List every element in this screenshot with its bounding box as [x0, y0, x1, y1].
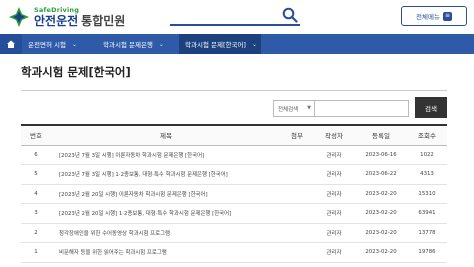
row-date: 2023-02-20: [355, 242, 407, 263]
site-logo[interactable]: SafeDriving 안전운전 통합민원: [8, 6, 125, 28]
row-author: 관리자: [313, 145, 355, 165]
nav-item-question-bank[interactable]: 학과시험 문제은행 ⌄: [97, 34, 179, 54]
search-button[interactable]: 검색: [415, 97, 447, 118]
keyword-input[interactable]: [315, 100, 409, 117]
row-date: 2023-02-20: [355, 203, 407, 224]
chevron-down-icon: ⌄: [71, 40, 77, 48]
logo-name: 안전운전: [34, 13, 79, 28]
table-row[interactable]: 6 [2023년 7월 3일 시행] 이륜자동차 학과시험 문제은행 [한국어]…: [21, 145, 447, 165]
table-row[interactable]: 3 [2023년 2월 20일 시행] 1·2종보통, 대형·특수 학과시험 문…: [21, 203, 447, 224]
row-title-link[interactable]: 청각장애인을 위한 수어동영상 학과시험 프로그램: [51, 223, 281, 243]
row-number: 3: [21, 203, 51, 224]
page-title: 학과시험 문제[한국어]: [21, 65, 131, 79]
row-date: 2023-02-20: [355, 223, 407, 243]
all-menu-button[interactable]: 전체메뉴 ≡: [401, 6, 467, 26]
row-number: 4: [21, 184, 51, 204]
search-type-value: 전체검색: [278, 106, 299, 113]
row-date: 2023-02-20: [355, 184, 407, 204]
row-author: 관리자: [313, 184, 355, 204]
row-title-link[interactable]: 비문해자 등을 위한 읽어주는 학과시험 프로그램: [51, 242, 281, 263]
row-views: 19786: [407, 242, 447, 263]
col-header-title: 제목: [160, 132, 172, 141]
board-table: 번호 제목 첨부 작성자 등록일 조회수 6 [2023년 7월 3일 시행] …: [21, 124, 447, 263]
row-author: 관리자: [313, 164, 355, 185]
nav-item-license-exam[interactable]: 운전면허 시험 ⌄: [22, 34, 97, 54]
row-author: 관리자: [313, 242, 355, 263]
home-button[interactable]: [0, 34, 22, 54]
chevron-down-icon: ▼: [307, 105, 311, 111]
row-views: 1022: [407, 145, 447, 165]
search-type-select[interactable]: 전체검색 ▼: [273, 100, 315, 117]
chevron-down-icon: ⌄: [158, 40, 164, 48]
main-content: 학과시험 문제[한국어] 전체검색 ▼ 검색 번호 제목 첨부 작성자 등록일 …: [21, 64, 447, 263]
table-row[interactable]: 4 [2023년 2월 20일 시행] 이륜자동차 학과시험 문제은행 [한국어…: [21, 184, 447, 204]
row-date: 2023-06-22: [355, 164, 407, 185]
row-views: 63941: [407, 203, 447, 224]
nav-item-label: 학과시험 문제은행: [103, 41, 153, 49]
logo-mark-icon: [9, 7, 29, 27]
search-icon[interactable]: [282, 7, 298, 23]
col-header-attachment: 첨부: [291, 132, 303, 141]
row-title-link[interactable]: [2023년 7월 3일 시행] 이륜자동차 학과시험 문제은행 [한국어]: [51, 145, 281, 165]
site-header: SafeDriving 안전운전 통합민원 전체메뉴 ≡: [0, 0, 474, 34]
row-attachment: [281, 164, 313, 185]
header-search-input[interactable]: [170, 6, 300, 26]
nav-item-korean-questions[interactable]: 학과시험 문제[한국어] ⌄: [179, 34, 261, 54]
title-divider: [21, 90, 447, 91]
row-attachment: [281, 242, 313, 263]
row-title-link[interactable]: [2023년 2월 20일 시행] 이륜자동차 학과시험 문제은행 [한국어]: [51, 184, 281, 204]
table-row[interactable]: 1 비문해자 등을 위한 읽어주는 학과시험 프로그램 관리자 2023-02-…: [21, 242, 447, 263]
col-header-views: 조회수: [418, 132, 436, 141]
chevron-down-icon: ⌄: [251, 40, 257, 48]
nav-item-label: 학과시험 문제[한국어]: [185, 41, 246, 49]
row-number: 5: [21, 164, 51, 185]
row-number: 6: [21, 145, 51, 165]
col-header-number: 번호: [30, 132, 42, 141]
search-filter: 전체검색 ▼ 검색: [21, 97, 447, 123]
table-header-row: 번호 제목 첨부 작성자 등록일 조회수: [21, 125, 447, 145]
row-date: 2023-06-16: [355, 145, 407, 165]
row-views: 4313: [407, 164, 447, 185]
col-header-author: 작성자: [325, 132, 343, 141]
logo-suffix: 통합민원: [81, 13, 126, 28]
nav-item-label: 운전면허 시험: [28, 41, 66, 49]
all-menu-label: 전체메뉴: [416, 13, 440, 21]
menu-grid-icon: ≡: [442, 11, 452, 21]
row-number: 1: [21, 242, 51, 263]
home-icon: [7, 40, 15, 48]
row-attachment: [281, 145, 313, 165]
row-author: 관리자: [313, 203, 355, 224]
table-row[interactable]: 2 청각장애인을 위한 수어동영상 학과시험 프로그램 관리자 2023-02-…: [21, 223, 447, 243]
row-title-link[interactable]: [2023년 7월 3일 시행] 1·2종보통, 대형·특수 학과시험 문제은행…: [51, 164, 281, 185]
row-number: 2: [21, 223, 51, 243]
col-header-date: 등록일: [372, 132, 390, 141]
row-views: 15310: [407, 184, 447, 204]
row-attachment: [281, 223, 313, 243]
row-views: 13778: [407, 223, 447, 243]
table-row[interactable]: 5 [2023년 7월 3일 시행] 1·2종보통, 대형·특수 학과시험 문제…: [21, 164, 447, 185]
row-attachment: [281, 184, 313, 204]
row-title-link[interactable]: [2023년 2월 20일 시행] 1·2종보통, 대형·특수 학과시험 문제은…: [51, 203, 281, 224]
row-author: 관리자: [313, 223, 355, 243]
row-attachment: [281, 203, 313, 224]
breadcrumb-nav: 운전면허 시험 ⌄ 학과시험 문제은행 ⌄ 학과시험 문제[한국어] ⌄: [0, 34, 474, 54]
